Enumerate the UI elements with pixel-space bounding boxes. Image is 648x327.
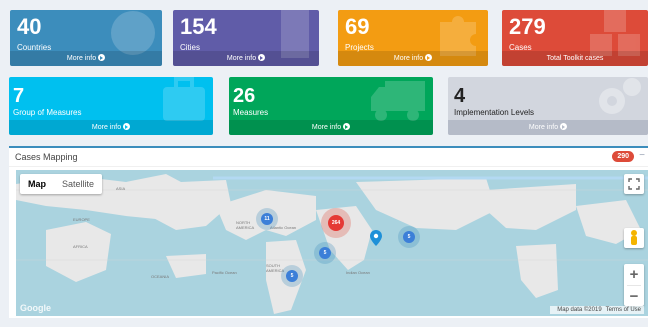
group-label: Group of Measures — [13, 108, 82, 117]
map-type-control: Map Satellite — [20, 174, 103, 194]
group-count: 7 — [13, 85, 25, 107]
cluster-marker-north-america[interactable]: 11 — [256, 208, 278, 230]
implementation-levels-box: 4 Implementation Levels More info — [448, 77, 648, 135]
panel-header: Cases Mapping 290 − — [9, 148, 648, 167]
group-of-measures-box: 7 Group of Measures More info — [9, 77, 213, 135]
gears-icon — [599, 78, 641, 114]
google-logo: Google — [20, 303, 51, 313]
cluster-marker-south-america[interactable]: 5 — [281, 265, 303, 287]
group-more-info-link[interactable]: More info — [9, 120, 213, 135]
arrow-circle-right-icon — [560, 123, 568, 130]
pegman-icon — [631, 230, 637, 245]
cities-count: 154 — [180, 14, 217, 39]
world-map[interactable]: ASIA EUROPE AFRICA NORTH AMERICA SOUTH A… — [16, 170, 648, 316]
measures-box: 26 Measures More info — [229, 77, 433, 135]
measures-label: Measures — [233, 108, 269, 117]
arrow-circle-right-icon — [425, 54, 433, 61]
measures-more-info-link[interactable]: More info — [229, 120, 433, 135]
panel-title: Cases Mapping — [15, 152, 78, 162]
cases-count-badge: 290 — [612, 151, 634, 162]
map-tab-satellite[interactable]: Satellite — [54, 174, 102, 194]
cases-count: 279 — [509, 14, 546, 39]
map-label-africa: AFRICA — [73, 244, 88, 249]
cases-total-footer[interactable]: Total Toolkit cases — [502, 51, 648, 66]
map-label-asia: ASIA — [116, 186, 126, 191]
cluster-marker-europe[interactable]: 264 — [321, 208, 351, 238]
map-label-europe: EUROPE — [73, 217, 90, 222]
projects-more-info-link[interactable]: More info — [338, 51, 488, 66]
countries-box: 40 Countries More info — [10, 10, 162, 66]
map-attribution: Map data ©2019 Terms of Use — [550, 306, 644, 314]
projects-count: 69 — [345, 14, 370, 39]
projects-box: 69 Projects More info — [338, 10, 488, 66]
arrow-circle-right-icon — [343, 123, 351, 130]
map-label-pacific: Pacific Ocean — [212, 270, 237, 275]
cluster-marker-asia[interactable]: 5 — [398, 226, 420, 248]
levels-label: Implementation Levels — [454, 108, 535, 117]
arrow-circle-right-icon — [258, 54, 266, 61]
cases-box: 279 Cases Total Toolkit cases — [502, 10, 648, 66]
cluster-marker-africa[interactable]: 5 — [314, 242, 336, 264]
map-label-oceania: OCEANIA — [151, 274, 170, 279]
map-tab-map[interactable]: Map — [20, 174, 54, 194]
cities-box: 154 Cities More info — [173, 10, 319, 66]
map-label-indian: Indian Ocean — [346, 270, 370, 275]
street-view-button[interactable] — [624, 228, 644, 248]
levels-more-info-link[interactable]: More info — [448, 120, 648, 135]
zoom-control: + − — [624, 264, 644, 306]
fullscreen-icon — [628, 178, 640, 190]
map-pin-icon[interactable] — [370, 230, 382, 246]
terms-of-use-link[interactable]: Terms of Use — [606, 307, 641, 313]
measures-count: 26 — [233, 85, 256, 107]
levels-count: 4 — [454, 85, 466, 107]
cities-more-info-link[interactable]: More info — [173, 51, 319, 66]
map-data-text: Map data ©2019 — [557, 307, 602, 313]
briefcase-icon — [163, 77, 205, 121]
zoom-out-button[interactable]: − — [624, 286, 644, 307]
world-landmass — [16, 174, 648, 314]
zoom-in-button[interactable]: + — [624, 264, 644, 285]
countries-count: 40 — [17, 14, 42, 39]
truck-icon — [371, 81, 425, 121]
countries-more-info-link[interactable]: More info — [10, 51, 162, 66]
arrow-circle-right-icon — [98, 54, 106, 61]
arrow-circle-right-icon — [123, 123, 131, 130]
fullscreen-button[interactable] — [624, 174, 644, 194]
minimize-button[interactable]: − — [639, 150, 645, 161]
cases-mapping-panel: Cases Mapping 290 − ASIA EUROPE AFRICA N… — [9, 146, 648, 318]
